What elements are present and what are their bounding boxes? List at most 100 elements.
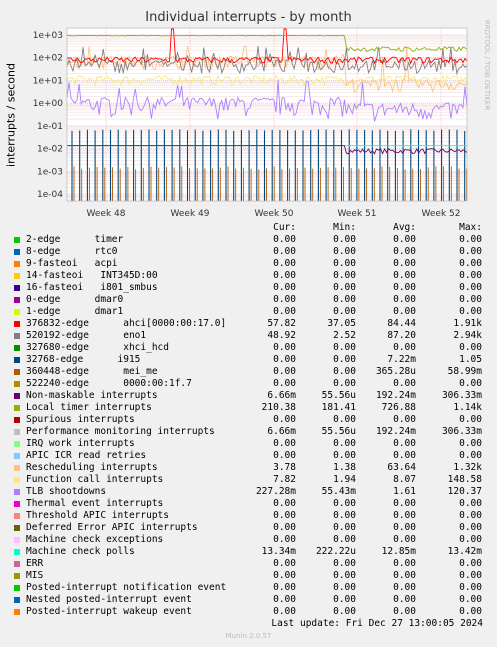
legend-value-cur: 13.34m	[261, 546, 296, 557]
y-tick-label: 1e-04	[37, 190, 63, 200]
legend-series-name: Performance monitoring interrupts	[26, 426, 215, 437]
legend-value-avg: 0.00	[393, 342, 416, 353]
legend-series-name: Deferred Error APIC interrupts	[26, 522, 198, 533]
legend-value-cur: 0.00	[273, 510, 296, 521]
legend-row: 327680-edge xhci_hcd 0.00 0.00 0.00 0.00	[0, 342, 497, 354]
legend-row: 1-edge dmar1 0.00 0.00 0.00 0.00	[0, 306, 497, 318]
legend-row: Non-maskable interrupts 6.66m 55.56u 192.24…	[0, 390, 497, 402]
legend-value-avg: 365.28u	[375, 366, 416, 377]
legend-series-name: 376832-edge ahci[0000:00:17.0]	[26, 318, 227, 329]
legend-value-avg: 0.00	[393, 570, 416, 581]
x-tick-label: Week 48	[87, 209, 126, 219]
legend-swatch	[14, 489, 20, 495]
legend-value-max: 1.91k	[453, 318, 482, 329]
legend-value-min: 0.00	[333, 498, 356, 509]
legend-value-min: 0.00	[333, 258, 356, 269]
legend-row: 9-fasteoi acpi 0.00 0.00 0.00 0.00	[0, 258, 497, 270]
legend-value-avg: 0.00	[393, 498, 416, 509]
legend-value-min: 181.41	[321, 402, 356, 413]
legend-value-max: 0.00	[459, 438, 482, 449]
legend-value-max: 2.94k	[453, 330, 482, 341]
legend-value-avg: 7.22m	[387, 354, 416, 365]
y-tick-label: 1e-01	[37, 122, 63, 132]
legend-swatch	[14, 381, 20, 387]
legend-value-avg: 0.00	[393, 270, 416, 281]
x-tick-label: Week 50	[255, 209, 294, 219]
legend-value-max: 0.00	[459, 498, 482, 509]
x-tick-label: Week 51	[338, 209, 377, 219]
legend-value-avg: 0.00	[393, 510, 416, 521]
legend-value-max: 0.00	[459, 570, 482, 581]
legend-value-max: 306.33m	[441, 390, 482, 401]
legend-series-name: 522240-edge 0000:00:1f.7	[26, 378, 192, 389]
legend-series-name: 9-fasteoi acpi	[26, 258, 118, 269]
legend-row: Function call interrupts 7.82 1.94 8.07 148.…	[0, 474, 497, 486]
legend-value-avg: 84.44	[387, 318, 416, 329]
y-tick-label: 1e-03	[37, 167, 63, 177]
legend-value-min: 0.00	[333, 510, 356, 521]
legend-value-avg: 0.00	[393, 582, 416, 593]
legend-value-max: 1.05	[459, 354, 482, 365]
legend-series-name: Local timer interrupts	[26, 402, 152, 413]
legend-value-min: 0.00	[333, 234, 356, 245]
legend-swatch	[14, 501, 20, 507]
legend-swatch	[14, 513, 20, 519]
legend-value-cur: 7.82	[273, 474, 296, 485]
legend-swatch	[14, 369, 20, 375]
last-update: Last update: Fri Dec 27 13:00:05 2024	[271, 618, 483, 629]
legend-value-cur: 0.00	[273, 534, 296, 545]
legend-value-cur: 227.28m	[255, 486, 296, 497]
legend-row: Spurious interrupts 0.00 0.00 0.00 0.00	[0, 414, 497, 426]
legend-value-max: 58.99m	[447, 366, 482, 377]
legend-value-cur: 0.00	[273, 366, 296, 377]
legend-swatch	[14, 465, 20, 471]
legend-series-name: Nested posted-interrupt event	[26, 594, 192, 605]
legend-row: Rescheduling interrupts 3.78 1.38 63.64 1.32…	[0, 462, 497, 474]
legend-value-max: 306.33m	[441, 426, 482, 437]
legend-value-max: 0.00	[459, 450, 482, 461]
legend-value-cur: 0.00	[273, 558, 296, 569]
legend-row: 32768-edge i915 0.00 0.00 7.22m 1.05	[0, 354, 497, 366]
legend-value-min: 0.00	[333, 294, 356, 305]
legend-row: 0-edge dmar0 0.00 0.00 0.00 0.00	[0, 294, 497, 306]
legend-value-avg: 0.00	[393, 378, 416, 389]
legend-series-name: 16-fasteoi i801_smbus	[26, 282, 158, 293]
legend-series-name: Thermal event interrupts	[26, 498, 164, 509]
y-tick-label: 1e+02	[33, 54, 63, 64]
legend-series-name: 327680-edge xhci_hcd	[26, 342, 169, 353]
legend-row: Deferred Error APIC interrupts 0.00 0.00 0.…	[0, 522, 497, 534]
legend-series-name: 8-edge rtc0	[26, 246, 118, 257]
legend-value-max: 0.00	[459, 522, 482, 533]
legend-value-cur: 210.38	[261, 402, 296, 413]
legend-swatch	[14, 417, 20, 423]
legend-value-min: 55.56u	[321, 390, 356, 401]
legend-value-min: 2.52	[333, 330, 356, 341]
legend-row: Local timer interrupts 210.38 181.41 726.88…	[0, 402, 497, 414]
legend-series-name: Machine check polls	[26, 546, 135, 557]
legend-value-max: 0.00	[459, 606, 482, 617]
legend-series-name: Posted-interrupt wakeup event	[26, 606, 192, 617]
legend-series-name: 360448-edge mei_me	[26, 366, 158, 377]
legend-value-min: 37.05	[327, 318, 356, 329]
legend-swatch	[14, 441, 20, 447]
legend-value-cur: 6.66m	[267, 426, 296, 437]
legend-swatch	[14, 333, 20, 339]
legend-row: Posted-interrupt wakeup event 0.00 0.00 0.0…	[0, 606, 497, 618]
legend-row: 8-edge rtc0 0.00 0.00 0.00 0.00	[0, 246, 497, 258]
legend-row: ERR 0.00 0.00 0.00 0.00	[0, 558, 497, 570]
legend-series-name: 1-edge dmar1	[26, 306, 124, 317]
legend-value-min: 0.00	[333, 582, 356, 593]
legend-value-cur: 0.00	[273, 594, 296, 605]
legend-value-cur: 0.00	[273, 450, 296, 461]
legend-value-max: 0.00	[459, 246, 482, 257]
x-tick-label: Week 52	[422, 209, 461, 219]
legend-value-cur: 0.00	[273, 582, 296, 593]
legend-swatch	[14, 321, 20, 327]
legend-row: APIC ICR read retries 0.00 0.00 0.00 0.00	[0, 450, 497, 462]
munin-version: Munin 2.0.57	[225, 632, 272, 640]
legend-value-avg: 0.00	[393, 558, 416, 569]
legend-value-min: 0.00	[333, 414, 356, 425]
legend-value-min: 0.00	[333, 342, 356, 353]
legend-value-avg: 87.20	[387, 330, 416, 341]
legend-series-name: ERR	[26, 558, 44, 569]
